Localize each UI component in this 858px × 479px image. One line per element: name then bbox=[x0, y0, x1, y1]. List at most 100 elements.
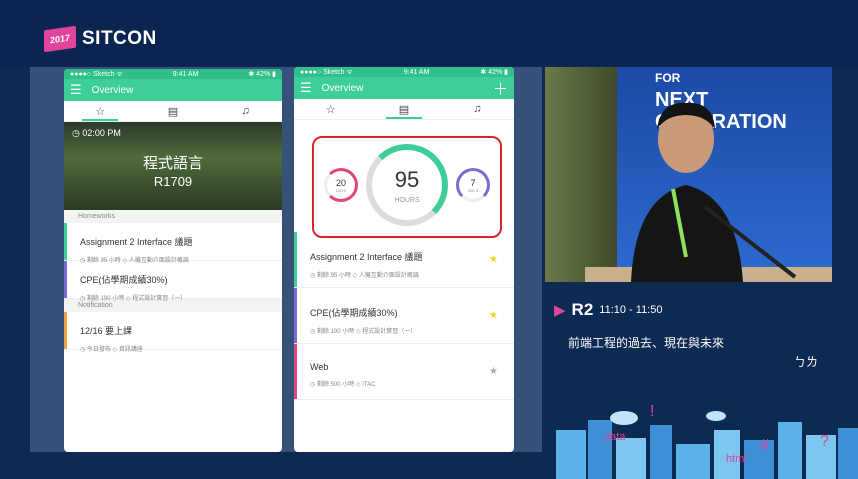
building bbox=[616, 438, 646, 479]
tab-documents[interactable]: ▤ bbox=[137, 101, 210, 121]
top-bar: 2017 SITCON bbox=[0, 0, 858, 66]
speaker-figure bbox=[585, 102, 832, 282]
stat-value: 95 bbox=[394, 166, 420, 192]
card-meta: ◷ 剩餘 190 小時 ◇ 程式設計實習（一） bbox=[310, 329, 417, 335]
clock: 9:41 AM bbox=[172, 70, 199, 78]
room-label: R2 bbox=[571, 300, 594, 319]
homework-card[interactable]: CPE(佔學期成績30%) ◷ 剩餘 190 小時 ◇ 程式設計實習（一） ★ bbox=[294, 288, 514, 344]
course-hero[interactable]: ◷ 02:00 PM 程式語言 R1709 bbox=[64, 122, 282, 210]
footer-illustration: data html # ? ! bbox=[556, 403, 858, 479]
battery: ✱ 42% ▮ bbox=[480, 69, 508, 76]
card-accent bbox=[64, 261, 67, 298]
building bbox=[838, 428, 858, 479]
course-room: R1709 bbox=[153, 174, 193, 189]
section-homeworks: Homeworks bbox=[64, 210, 282, 223]
app-bar: ☰ Overview bbox=[64, 79, 282, 101]
homework-card[interactable]: Assignment 2 Interface 議題 ◷ 剩餘 95 小時 ◇ 人… bbox=[294, 232, 514, 288]
star-icon: ☆ bbox=[325, 103, 336, 116]
building bbox=[744, 440, 774, 479]
session-time: 11:10 - 11:50 bbox=[599, 304, 663, 316]
cloud bbox=[706, 411, 726, 421]
homework-card[interactable]: Assignment 2 Interface 議題 ◷ 剩餘 95 小時 ◇ 人… bbox=[64, 223, 282, 264]
sitcon-logo: 2017 SITCON bbox=[44, 25, 157, 53]
battery: ✱ 42% ▮ bbox=[248, 71, 276, 78]
bell-icon: ♫ bbox=[241, 105, 250, 117]
document-icon: ▤ bbox=[167, 105, 179, 118]
phone-screen-2: ●●●●○ Sketch ᯤ 9:41 AM ✱ 42% ▮ ☰ Overvie… bbox=[294, 67, 514, 452]
star-icon: ☆ bbox=[95, 105, 106, 118]
course-name: 程式語言 bbox=[142, 155, 203, 172]
bell-icon: ♫ bbox=[473, 103, 482, 115]
exclaim-symbol: ! bbox=[650, 403, 654, 420]
stat-ring-left: 20 DAYS bbox=[324, 168, 358, 202]
hamburger-menu-icon[interactable]: ☰ bbox=[70, 82, 82, 98]
status-bar: ●●●●○ Sketch ᯤ 9:41 AM ✱ 42% ▮ bbox=[294, 67, 514, 77]
card-title: CPE(佔學期成績30%) bbox=[310, 308, 398, 318]
card-title: CPE(佔學期成績30%) bbox=[80, 275, 168, 285]
tab-favorites[interactable]: ☆ bbox=[294, 99, 367, 119]
speaker-body bbox=[631, 185, 743, 282]
hash-symbol: # bbox=[760, 437, 769, 454]
building bbox=[556, 430, 586, 479]
star-icon[interactable]: ★ bbox=[489, 366, 498, 377]
card-title: Assignment 2 Interface 議題 bbox=[80, 237, 193, 247]
word-data: data bbox=[604, 431, 626, 443]
card-accent bbox=[64, 223, 67, 260]
session-title: 前端工程的過去、現在與未來 bbox=[568, 336, 725, 350]
session-info: ▶ R2 11:10 - 11:50 前端工程的過去、現在與未來 ㄅㄌ bbox=[554, 300, 818, 370]
app-title: Overview bbox=[91, 84, 134, 96]
phone-screen-1: ●●●●○ Sketch ᯤ 9:41 AM ✱ 42% ▮ ☰ Overvie… bbox=[64, 69, 282, 452]
building bbox=[676, 444, 710, 479]
star-icon[interactable]: ★ bbox=[489, 310, 498, 321]
tab-notifications[interactable]: ♫ bbox=[441, 99, 514, 119]
notification-card[interactable]: 12/16 要上課 ◷ 今日發布 ◇ 資訊講座 bbox=[64, 312, 282, 353]
carrier: ●●●●○ Sketch ᯤ bbox=[300, 68, 353, 76]
course-time: ◷ 02:00 PM bbox=[72, 128, 121, 138]
tab-notifications[interactable]: ♫ bbox=[209, 101, 282, 121]
add-icon[interactable]: ＋ bbox=[493, 78, 508, 99]
document-icon: ▤ bbox=[398, 103, 410, 116]
tab-documents[interactable]: ▤ bbox=[367, 99, 440, 119]
building bbox=[778, 422, 802, 479]
card-title: Assignment 2 Interface 議題 bbox=[310, 252, 423, 262]
card-meta: ◷ 剩餘 500 小時 ◇ ITAC bbox=[310, 382, 376, 388]
question-symbol: ? bbox=[820, 433, 829, 450]
card-accent bbox=[294, 232, 297, 287]
homework-card[interactable]: CPE(佔學期成績30%) ◷ 剩餘 190 小時 ◇ 程式設計實習（一） bbox=[64, 261, 282, 302]
cloud bbox=[610, 411, 638, 425]
speaker-name: ㄅㄌ bbox=[794, 355, 819, 369]
card-title: 12/16 要上課 bbox=[80, 326, 133, 336]
word-html: html bbox=[726, 453, 747, 465]
card-meta: ◷ 今日發布 ◇ 資訊講座 bbox=[80, 347, 143, 353]
stat-unit: DAYS bbox=[335, 187, 347, 193]
card-accent bbox=[64, 312, 67, 349]
clock: 9:41 AM bbox=[403, 68, 430, 76]
stat-ring-right: 7 DAYS bbox=[456, 168, 490, 202]
card-title: Web bbox=[310, 362, 329, 372]
stat-unit: HOURS bbox=[394, 196, 420, 204]
tab-bar: ☆ ▤ ♫ bbox=[294, 99, 514, 120]
app-title: Overview bbox=[321, 82, 364, 94]
logo-badge: 2017 bbox=[44, 25, 76, 53]
card-accent bbox=[294, 288, 297, 343]
app-bar: ☰ Overview ＋ bbox=[294, 77, 514, 99]
play-icon: ▶ bbox=[554, 302, 566, 319]
speaker-camera: FOR NEXT GENERATION bbox=[545, 67, 832, 282]
card-meta: ◷ 剩餘 190 小時 ◇ 程式設計實習（一） bbox=[80, 296, 187, 302]
building bbox=[588, 420, 612, 479]
card-meta: ◷ 剩餘 95 小時 ◇ 人機互動介面設計概論 bbox=[310, 273, 419, 279]
stat-value: 20 bbox=[335, 177, 346, 188]
homework-card[interactable]: Web ◷ 剩餘 500 小時 ◇ ITAC ★ bbox=[294, 344, 514, 400]
card-accent bbox=[294, 344, 297, 399]
building bbox=[650, 425, 672, 479]
stat-unit: DAYS bbox=[467, 187, 479, 193]
presentation-slide: ●●●●○ Sketch ᯤ 9:41 AM ✱ 42% ▮ ☰ Overvie… bbox=[30, 67, 542, 452]
status-bar: ●●●●○ Sketch ᯤ 9:41 AM ✱ 42% ▮ bbox=[64, 69, 282, 79]
tab-bar: ☆ ▤ ♫ bbox=[64, 101, 282, 122]
hamburger-menu-icon[interactable]: ☰ bbox=[300, 80, 312, 96]
tab-favorites[interactable]: ☆ bbox=[64, 101, 137, 121]
stat-value: 7 bbox=[470, 177, 476, 188]
star-icon[interactable]: ★ bbox=[489, 254, 498, 265]
logo-text: SITCON bbox=[82, 28, 157, 49]
countdown-stats: 20 DAYS 95 HOURS 7 DAYS bbox=[312, 136, 502, 238]
